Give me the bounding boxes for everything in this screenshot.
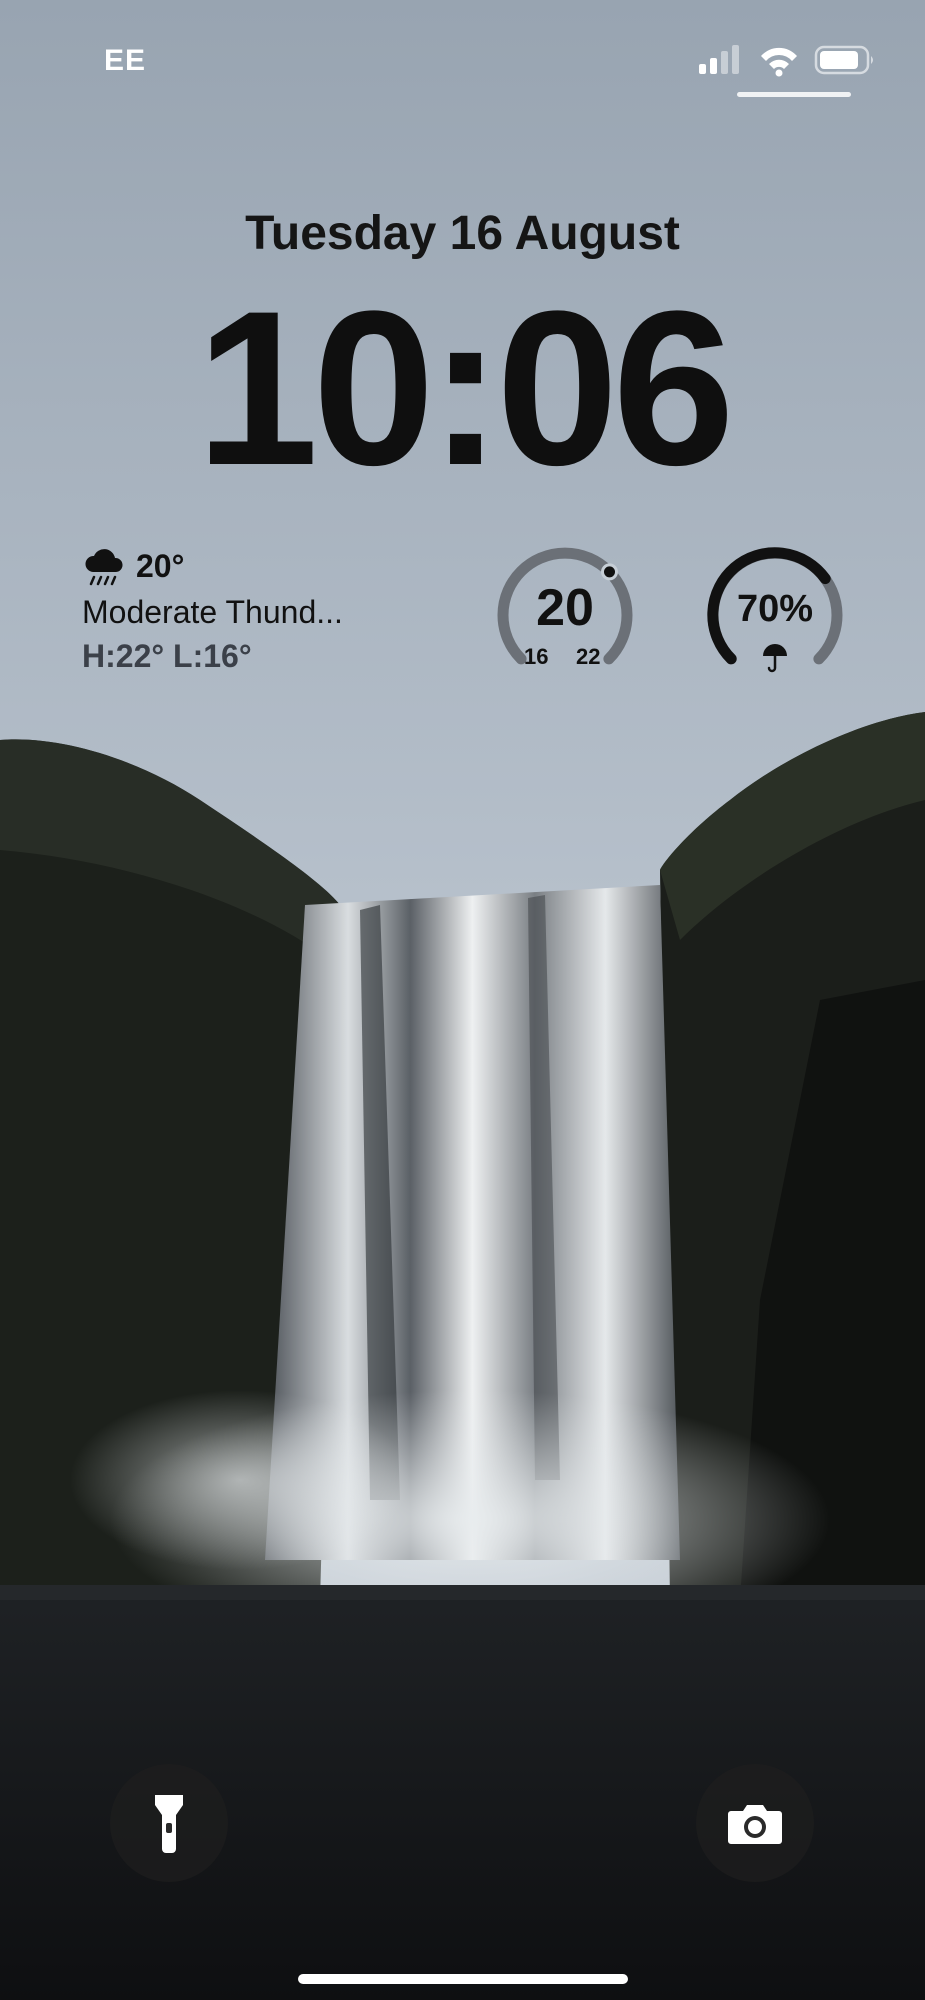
home-indicator[interactable] xyxy=(298,1974,628,1984)
flashlight-button[interactable] xyxy=(110,1764,228,1882)
carrier-name: EE xyxy=(104,44,147,77)
status-bar: EE xyxy=(0,0,925,110)
camera-icon xyxy=(728,1805,782,1844)
temperature-gauge-low: 16 xyxy=(524,644,549,669)
cloud-rain-icon xyxy=(85,549,123,586)
weather-condition: Moderate Thund... xyxy=(82,594,343,630)
lock-time[interactable]: 10:06 xyxy=(0,268,925,508)
temperature-gauge-high: 22 xyxy=(576,644,601,669)
wifi-icon xyxy=(761,47,797,77)
temperature-gauge-marker xyxy=(601,563,618,581)
lock-date: Tuesday 16 August xyxy=(245,207,680,260)
control-center-indicator[interactable] xyxy=(737,92,851,97)
umbrella-icon xyxy=(763,644,787,673)
temperature-gauge-widget[interactable]: 20 16 22 xyxy=(490,540,640,690)
weather-widget[interactable]: 20° Moderate Thund... H:22° L:16° xyxy=(82,542,442,682)
battery-icon xyxy=(814,45,873,75)
rain-chance-value: 70% xyxy=(736,588,814,630)
camera-button[interactable] xyxy=(696,1764,814,1882)
status-icons xyxy=(699,45,873,77)
rain-chance-gauge-widget[interactable]: 70% xyxy=(700,540,850,690)
weather-high-low: H:22° L:16° xyxy=(82,638,252,674)
weather-temperature: 20° xyxy=(136,548,185,584)
flashlight-icon xyxy=(155,1795,183,1853)
signal-icon xyxy=(699,45,739,74)
temperature-gauge-value: 20 xyxy=(536,579,594,637)
